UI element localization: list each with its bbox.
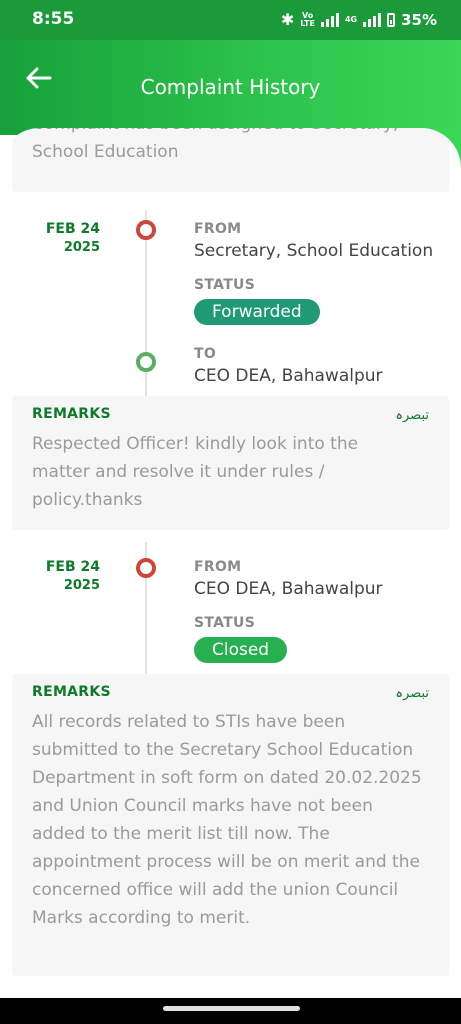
from-label: FROM	[194, 559, 242, 575]
date-year: 2025	[63, 240, 100, 255]
to-marker	[136, 352, 156, 372]
signal-icon	[320, 12, 339, 27]
app-bar: Complaint History	[0, 40, 461, 135]
bluetooth-icon: ✱	[280, 10, 295, 29]
signal-2-icon	[363, 12, 382, 27]
from-label: FROM	[194, 221, 242, 237]
system-nav-bar	[0, 998, 461, 1024]
home-gesture-handle[interactable]	[163, 1006, 300, 1011]
date-year: 2025	[63, 578, 100, 593]
remarks-urdu-label: تبصرہ	[395, 408, 429, 423]
battery-icon	[387, 12, 396, 27]
remark-card-previous: Complaint has been assigned to Secretary…	[12, 128, 449, 192]
remarks-label: REMARKS	[32, 684, 111, 700]
remarks-text: All records related to STIs have been su…	[32, 712, 422, 928]
remarks-card: REMARKS تبصرہ Respected Officer! kindly …	[12, 396, 449, 530]
remarks-text: Respected Officer! kindly look into the …	[32, 434, 359, 510]
page-title: Complaint History	[140, 75, 321, 99]
remarks-urdu-label: تبصرہ	[395, 686, 429, 701]
remarks-label: REMARKS	[32, 406, 111, 422]
network-1-label: LTE	[300, 18, 315, 28]
to-value: CEO DEA, Bahawalpur	[194, 366, 383, 386]
from-marker	[136, 220, 156, 240]
lte-icon: Vo LTE	[300, 10, 315, 28]
from-value: Secretary, School Education	[194, 241, 434, 261]
remarks-text: Complaint has been assigned to Secretary…	[32, 128, 398, 162]
entry-date: FEB 24 2025	[26, 558, 100, 595]
status-bar: 8:55 ✱ Vo LTE 4G 35%	[0, 0, 461, 40]
history-list[interactable]: Complaint has been assigned to Secretary…	[0, 128, 461, 998]
network-2-label: 4G	[344, 14, 358, 24]
entry-date: FEB 24 2025	[26, 220, 100, 257]
status-badge: Closed	[194, 637, 288, 663]
to-label: TO	[194, 346, 217, 362]
from-value: CEO DEA, Bahawalpur	[194, 579, 383, 599]
date-day: FEB 24	[45, 559, 100, 575]
status-label: STATUS	[194, 615, 256, 631]
status-label: STATUS	[194, 277, 256, 293]
battery-percent: 35%	[401, 10, 437, 29]
date-day: FEB 24	[45, 221, 100, 237]
status-badge: Forwarded	[194, 299, 320, 325]
status-icons: ✱ Vo LTE 4G 35%	[281, 10, 437, 29]
status-time: 8:55	[32, 9, 75, 29]
from-marker	[136, 558, 156, 578]
remarks-card: REMARKS تبصرہ All records related to STI…	[12, 674, 449, 976]
